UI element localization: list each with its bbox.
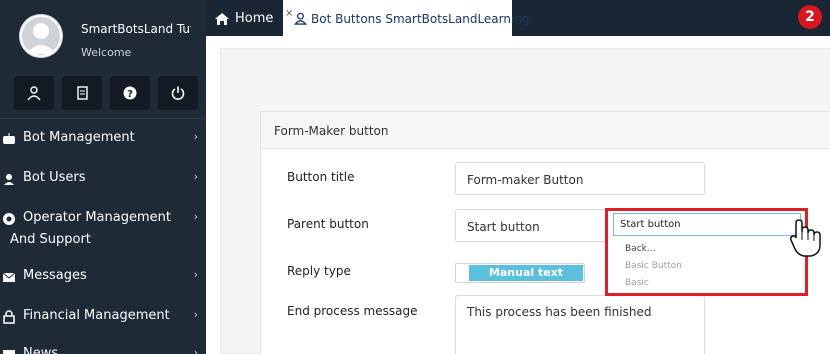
power-icon	[171, 86, 185, 100]
sidebar-item-label: Messages	[23, 268, 87, 283]
quick-actions: ?	[14, 76, 198, 110]
avatar-person-icon	[19, 14, 63, 58]
user-name: SmartBotsLand Tutorials	[81, 22, 191, 36]
card-title: Form-Maker button	[274, 124, 389, 138]
robot-icon	[3, 133, 15, 144]
tab-bot-buttons[interactable]: × Bot Buttons SmartBotsLandLearning	[283, 0, 530, 36]
parent-button-select[interactable]: Start button	[455, 209, 615, 242]
parent-button-dropdown[interactable]: Start button	[613, 213, 801, 236]
tab-bar: Home × Bot Buttons SmartBotsLandLearning…	[206, 0, 830, 36]
chevron-right-icon: ›	[193, 170, 198, 183]
sidebar-item-label: Bot Users	[23, 170, 86, 185]
reply-type-toggle[interactable]: Manual text	[455, 263, 585, 283]
sidebar-item-label: Bot Management	[23, 130, 135, 145]
end-message-label: End process message	[287, 304, 418, 318]
lock-icon	[3, 310, 15, 324]
step-badge: 2	[798, 5, 822, 29]
sidebar-item-label: News	[23, 346, 59, 354]
documents-button[interactable]	[62, 76, 102, 110]
button-title-input[interactable]: Form-maker Button	[455, 162, 705, 195]
tab-label: Bot Buttons SmartBotsLandLearning	[311, 12, 530, 26]
tab-home[interactable]: Home	[214, 11, 273, 26]
dropdown-option[interactable]: Basic	[625, 278, 649, 288]
profile-button[interactable]	[14, 76, 54, 110]
sidebar-item-label: Financial Management	[23, 308, 170, 323]
envelope-icon	[2, 272, 16, 282]
sidebar-item-label: Operator Management And Support	[10, 210, 171, 247]
reply-type-label: Reply type	[287, 264, 351, 278]
user-welcome: Welcome	[81, 46, 132, 59]
tab-close-button[interactable]: ×	[285, 9, 293, 19]
chevron-right-icon: ›	[193, 268, 198, 281]
help-icon: ?	[123, 86, 137, 100]
chevron-right-icon: ›	[193, 210, 198, 223]
parent-button-label: Parent button	[287, 217, 369, 231]
document-icon	[77, 86, 88, 100]
hand-cursor-icon	[790, 219, 821, 257]
avatar[interactable]	[19, 14, 63, 58]
reply-type-option: Manual text	[469, 265, 583, 281]
users-icon	[294, 12, 307, 25]
chevron-right-icon: ›	[193, 346, 198, 354]
user-icon	[27, 86, 41, 101]
button-title-label: Button title	[287, 170, 355, 184]
card-header: Form-Maker button	[261, 112, 830, 149]
news-icon	[3, 350, 15, 354]
sidebar-divider	[0, 118, 206, 119]
chevron-right-icon: ›	[193, 130, 198, 143]
chevron-right-icon: ›	[193, 308, 198, 321]
svg-text:?: ?	[127, 89, 133, 100]
dropdown-option[interactable]: Back...	[625, 244, 655, 254]
dropdown-option[interactable]: Basic Button	[625, 261, 682, 271]
end-message-value: This process has been finished	[467, 305, 652, 319]
button-title-value: Form-maker Button	[467, 173, 584, 187]
users-icon	[4, 174, 14, 185]
logout-button[interactable]	[158, 76, 198, 110]
tab-home-label: Home	[235, 11, 274, 26]
help-button[interactable]: ?	[110, 76, 150, 110]
parent-button-value: Start button	[467, 220, 540, 234]
home-icon	[215, 12, 229, 25]
end-message-textarea[interactable]: This process has been finished	[455, 295, 705, 354]
sidebar: SmartBotsLand Tutorials Welcome ? Bot Ma…	[0, 0, 206, 354]
